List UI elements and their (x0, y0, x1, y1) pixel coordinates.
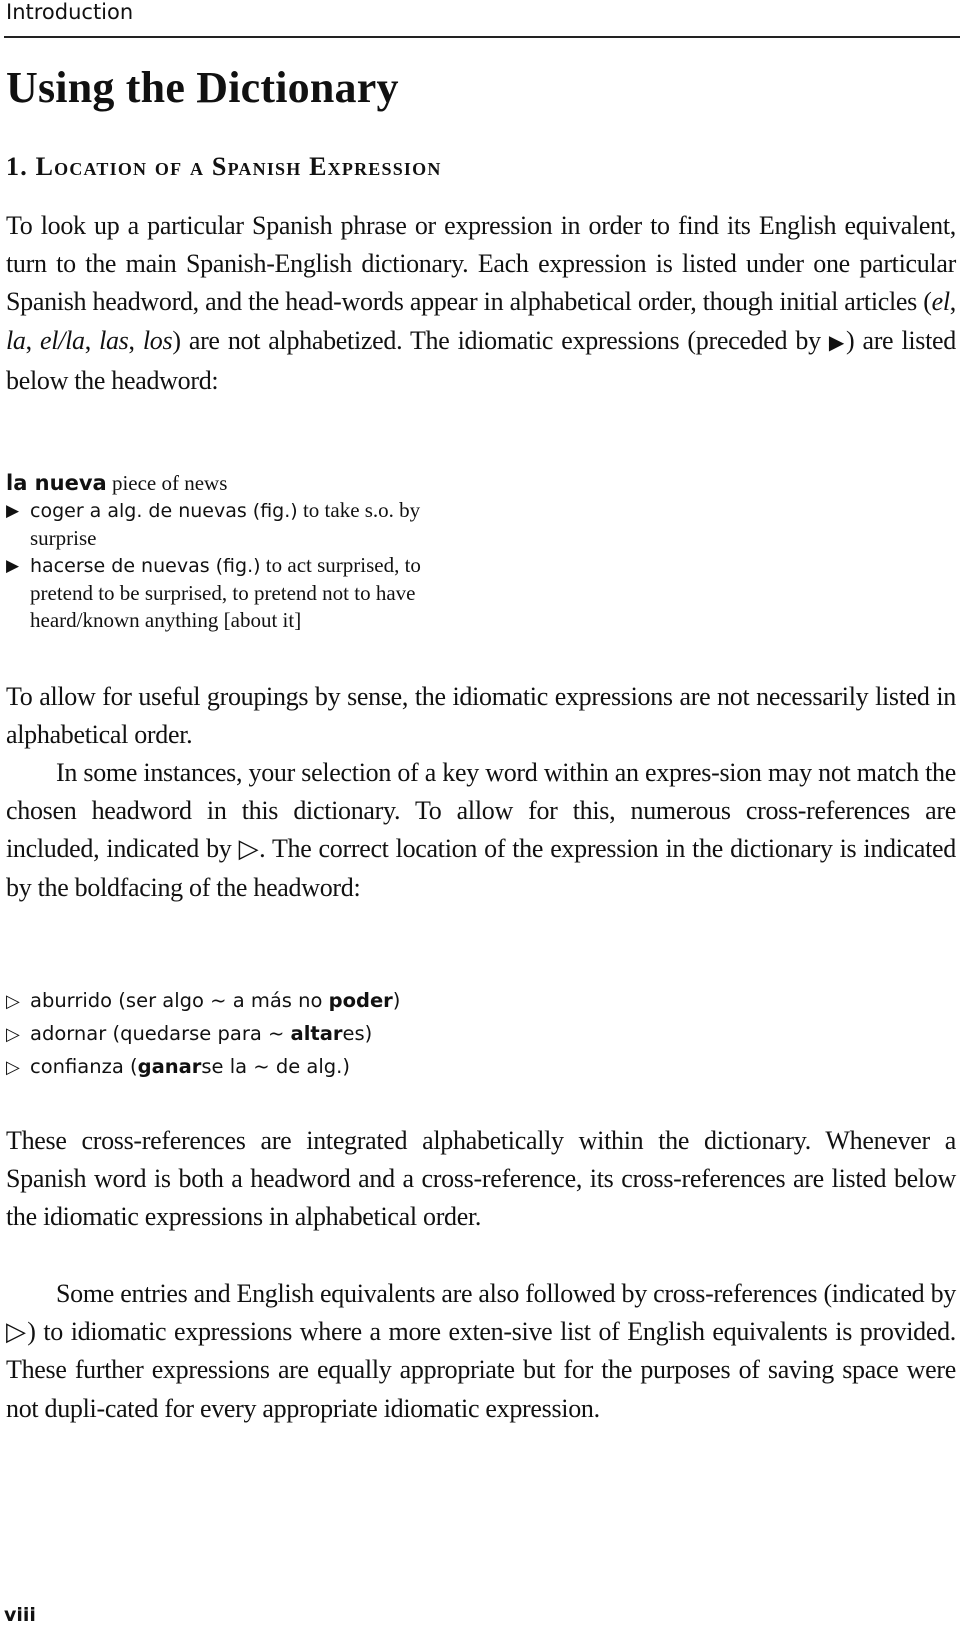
entry-head-line: la nueva piece of news (6, 470, 476, 497)
integrated-paragraph: These cross-references are integrated al… (6, 1126, 956, 1232)
intro-paragraph: To look up a particular Spanish phrase o… (6, 207, 956, 400)
xref-word: aburrido (30, 989, 113, 1012)
text-run: ) (392, 989, 401, 1012)
cross-reference-item: ▷ confianza (ganarse la ~ de alg.) (6, 1051, 400, 1084)
article-la: la (6, 325, 26, 355)
page-title: Using the Dictionary (6, 63, 399, 112)
keyword-paragraph: In some instances, your selection of a k… (6, 754, 956, 907)
headword-definition: piece of news (111, 471, 228, 495)
running-head: Introduction (6, 0, 134, 24)
xref-word: adornar (30, 1022, 107, 1045)
cross-reference-item: ▷ aburrido (ser algo ~ a más no poder) (6, 985, 400, 1018)
filled-triangle-icon: ▶ (828, 331, 846, 354)
text-run: To look up a particular Spanish phrase o… (6, 211, 956, 317)
hollow-triangle-icon: ▷ (238, 834, 260, 864)
example-entry: la nueva piece of news ▶ coger a alg. de … (6, 470, 476, 634)
xref-headword-bold: poder (328, 989, 393, 1012)
xref-word: confianza (30, 1055, 124, 1078)
filled-triangle-icon: ▶ (6, 556, 20, 575)
headword: la nueva (6, 471, 107, 495)
article-las: las (99, 325, 129, 355)
article-el: el (931, 287, 950, 317)
text-run: (quedarse para ~ (106, 1022, 291, 1045)
text-run: (ser algo ~ a más no (112, 989, 329, 1012)
idiom-item: ▶ coger a alg. de nuevas (fig.) to take s… (6, 497, 476, 552)
cross-reference-list: ▷ aburrido (ser algo ~ a más no poder) ▷ a… (6, 985, 400, 1084)
grouping-paragraph: To allow for useful groupings by sense, … (6, 682, 956, 750)
hollow-triangle-icon: ▷ (6, 991, 20, 1012)
xref-headword-bold: ganar (137, 1055, 202, 1078)
text-run: , (25, 325, 40, 355)
hollow-triangle-icon: ▷ (6, 1057, 20, 1078)
text-run: se la ~ de alg.) (201, 1055, 350, 1078)
text-run: , (949, 287, 957, 317)
hollow-triangle-icon: ▷ (6, 1024, 20, 1045)
filled-triangle-icon: ▶ (6, 501, 20, 520)
header-rule (4, 36, 960, 38)
text-run: Some entries and English equivalents are… (56, 1279, 956, 1308)
idiom-spanish: coger a alg. de nuevas (fig.) (30, 500, 298, 522)
text-run: ( (123, 1055, 138, 1078)
cross-reference-item: ▷ adornar (quedarse para ~ altares) (6, 1018, 400, 1051)
xref-headword-bold: altar (290, 1022, 343, 1045)
text-run: es) (342, 1022, 373, 1045)
text-run: , (128, 325, 143, 355)
text-run: , (84, 325, 100, 355)
page-number: viii (4, 1604, 36, 1626)
article-el-la: el/la (39, 325, 85, 355)
hollow-triangle-icon: ▷ (6, 1317, 28, 1347)
idiom-item: ▶ hacerse de nuevas (fig.) to act surpris… (6, 552, 476, 634)
idiom-spanish: hacerse de nuevas (fig.) (30, 555, 261, 577)
equivalents-paragraph: Some entries and English equivalents are… (6, 1275, 956, 1428)
section-heading: 1. Location of a Spanish Expression (6, 152, 442, 181)
text-run: ) are not alphabetized. The idiomatic ex… (172, 325, 829, 355)
article-los: los (142, 325, 173, 355)
text-run: ) to idiomatic expressions where a more … (6, 1317, 956, 1423)
